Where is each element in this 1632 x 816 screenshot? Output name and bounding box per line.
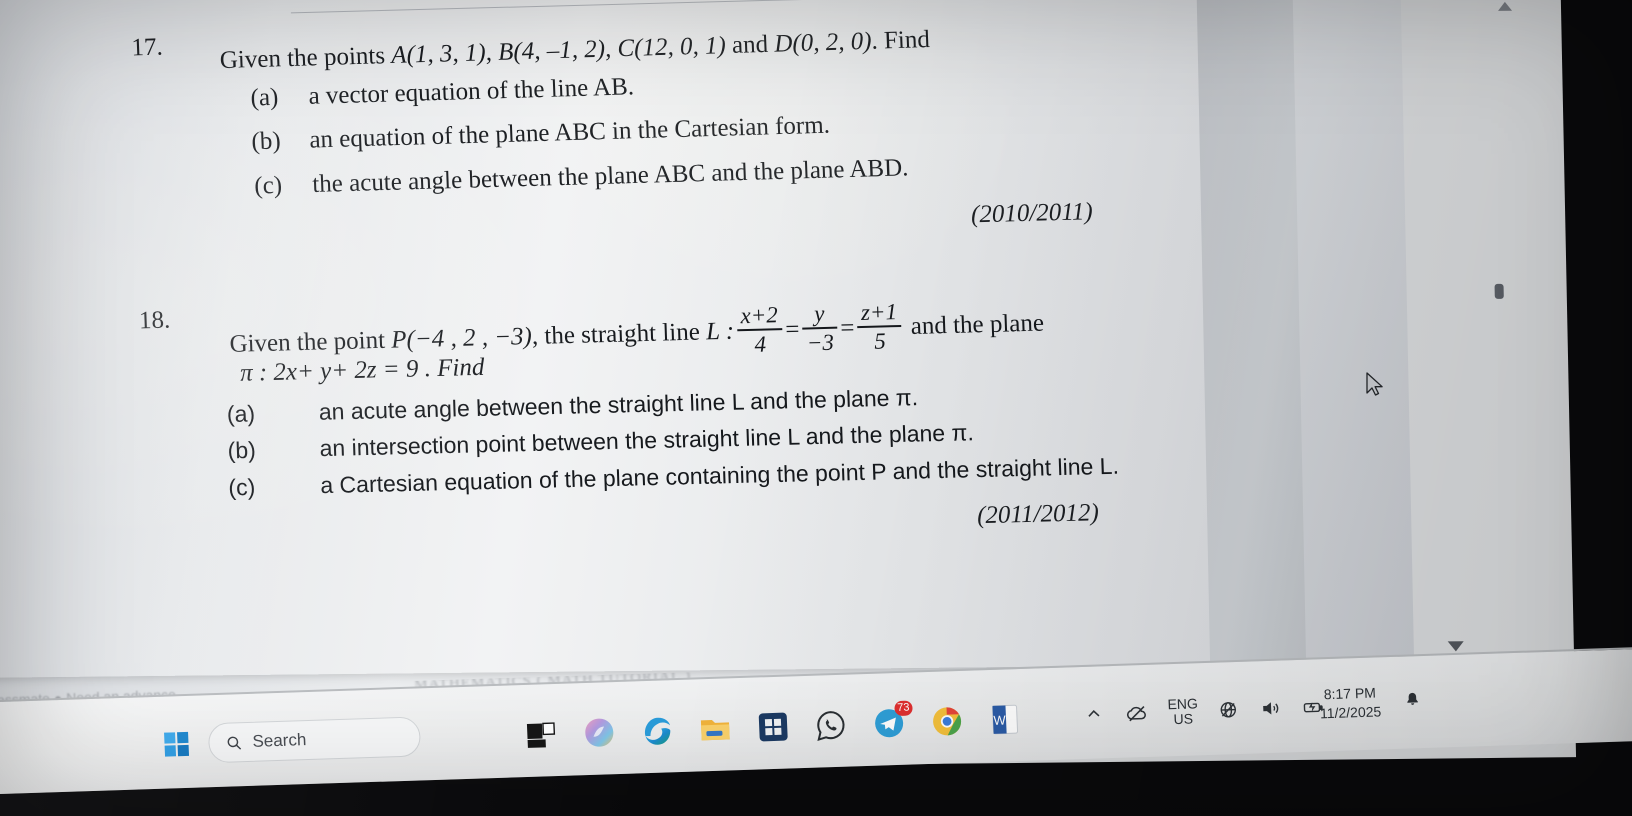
q18-fraction-y: y −3 [801,300,838,356]
question-18: 18. Given the point P(−4 , 2 , −3), the … [0,0,1292,574]
question-18-number: 18. [138,306,171,335]
taskbar-app-microsoft-store[interactable] [756,709,791,744]
system-tray: ENG US [1083,683,1325,739]
q18-plane-equation: π : 2x+ y+ 2z = 9 . Find [239,353,485,387]
clock-date: 11/2/2025 [1319,703,1382,722]
q18-frac2-num: y [813,300,825,327]
pdf-scroll-strip[interactable] [1195,0,1307,703]
taskbar-search-placeholder: Search [252,730,307,751]
svg-text:W: W [993,712,1007,727]
q18-item-c-text: a Cartesian equation of the plane contai… [319,452,1120,499]
q18-stem-suffix: and the plane [903,309,1045,341]
taskbar-app-task-view[interactable] [524,717,559,752]
volume-icon[interactable] [1260,698,1283,721]
q18-item-a-tag: (a) [226,400,256,428]
q18-fraction-z: z+1 5 [857,299,903,354]
search-icon [225,734,243,752]
monitor-panel: (2010/2011) 17. Given the points A(1, 3,… [0,0,1632,797]
q18-frac1-num: x+2 [740,302,779,329]
taskbar-app-chrome[interactable] [929,704,964,739]
pdf-viewport[interactable]: (2010/2011) 17. Given the points A(1, 3,… [0,0,1415,716]
taskbar-clock[interactable]: 8:17 PM 11/2/2025 [1319,683,1382,723]
q18-item-a-text: an acute angle between the straight line… [318,384,919,425]
q18-stem-prefix: Given the point [229,326,392,358]
taskbar-app-copilot[interactable] [582,715,617,750]
taskbar-app-whatsapp[interactable] [813,708,848,743]
taskbar-app-file-explorer[interactable] [698,711,733,746]
scroll-up-arrow-icon[interactable] [1497,1,1513,11]
q18-item-c-tag: (c) [227,473,256,501]
q18-frac1-den: 4 [753,331,767,357]
show-hidden-icons-chevron-icon[interactable] [1083,703,1106,726]
q18-item-b-tag: (b) [227,436,257,464]
onedrive-paused-icon[interactable] [1125,702,1148,725]
q18-frac3-den: 5 [873,328,887,354]
scroll-thumb[interactable] [1494,283,1504,299]
taskbar-search-box[interactable]: Search [207,716,422,764]
photographed-screen: (2010/2011) 17. Given the points A(1, 3,… [0,0,1632,816]
taskbar-app-edge[interactable] [640,713,675,748]
q18-point-p: P(−4 , 2 , −3) [390,322,533,354]
q18-stem-mid: , the straight line [531,318,707,350]
q18-frac3-num: z+1 [860,299,898,326]
q18-frac2-den: −3 [806,329,835,356]
q18-item-b-text: an intersection point between the straig… [319,419,975,462]
scroll-down-arrow-icon[interactable] [1447,641,1464,652]
language-line-2: US [1173,710,1194,728]
notifications-bell-icon[interactable] [1403,690,1422,711]
q18-fraction-x: x+2 4 [736,302,783,357]
mouse-pointer [1365,372,1385,398]
q18-citation: (2011/2012) [976,499,1100,530]
windows-start-button[interactable] [164,731,191,759]
taskbar-app-telegram[interactable]: 73 [871,700,913,741]
q18-item-b: (b) an intersection point between the str… [227,419,974,464]
telegram-badge: 73 [893,700,913,717]
language-indicator[interactable]: ENG US [1167,696,1199,728]
q18-line-label: L : [705,317,735,346]
taskbar-app-word[interactable]: W [987,702,1022,737]
network-icon[interactable] [1218,699,1241,722]
q18-item-a: (a) an acute angle between the straight l… [226,384,918,428]
clock-time: 8:17 PM [1323,684,1377,703]
